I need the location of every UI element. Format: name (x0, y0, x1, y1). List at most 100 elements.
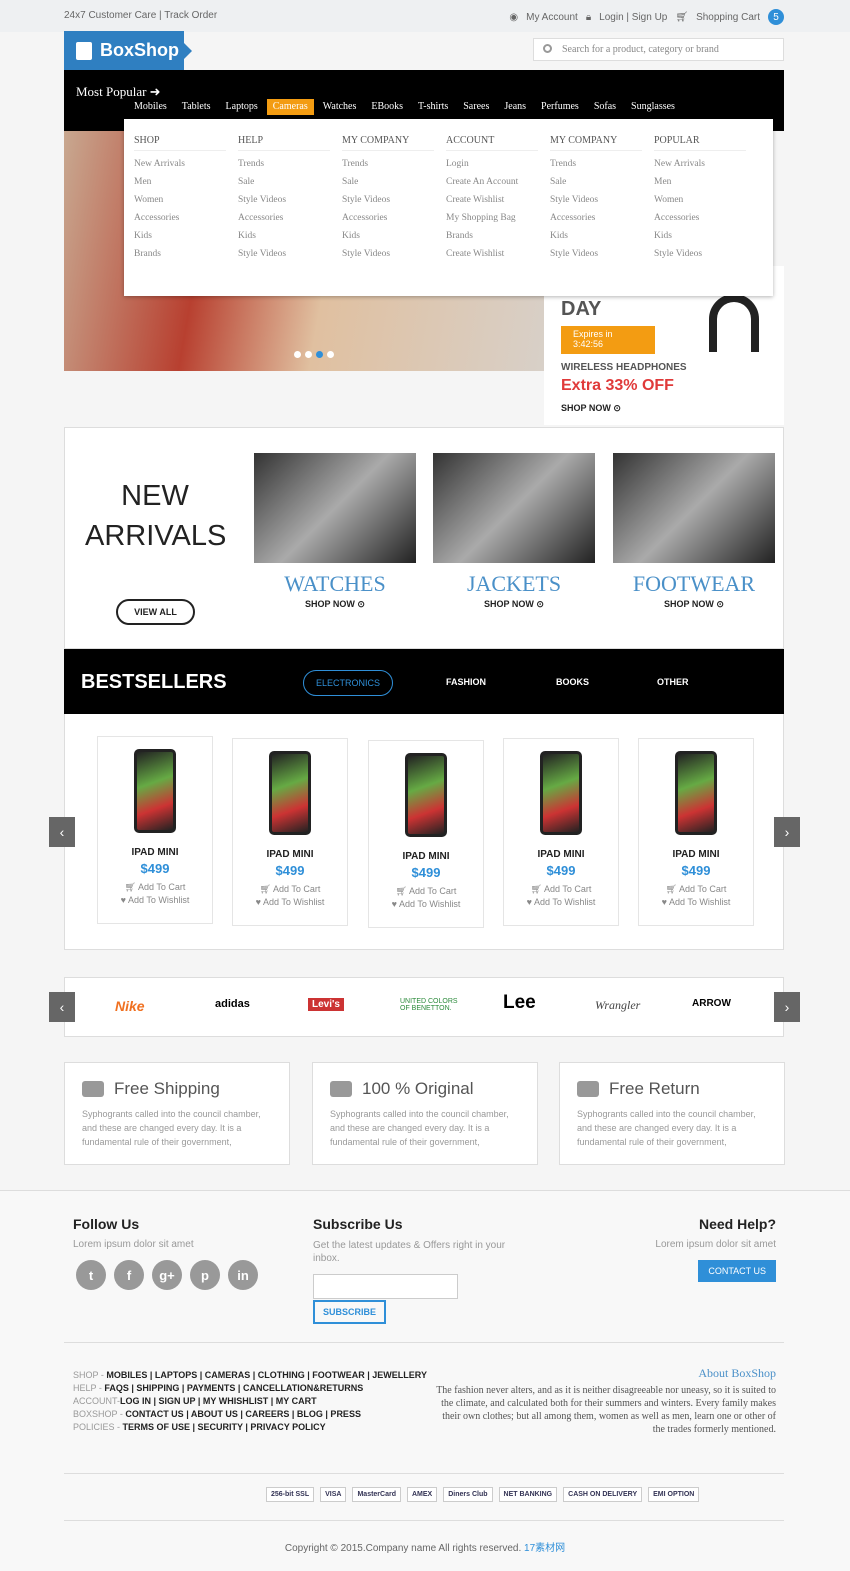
product-image[interactable] (134, 749, 176, 833)
product-name[interactable]: IPAD MINI (369, 851, 483, 862)
category-title[interactable]: WATCHES (254, 571, 416, 597)
nav-item-watches[interactable]: Watches (317, 99, 363, 115)
nav-item-ebooks[interactable]: EBooks (365, 99, 409, 115)
brand-logo[interactable]: Lee (503, 992, 536, 1014)
mega-link[interactable]: Accessories (238, 213, 342, 223)
add-to-cart-link[interactable]: 🛒︎ Add To Cart (639, 884, 753, 895)
mega-link[interactable]: Women (654, 195, 758, 205)
pinterest-icon[interactable]: p (190, 1260, 220, 1290)
product-name[interactable]: IPAD MINI (639, 849, 753, 860)
footer-links[interactable]: TERMS OF USE | SECURITY | PRIVACY POLICY (123, 1422, 326, 1432)
category-title[interactable]: JACKETS (433, 571, 595, 597)
brand-logo[interactable]: UNITED COLORS OF BENETTON. (400, 998, 460, 1012)
mega-link[interactable]: Kids (550, 231, 654, 241)
most-popular-label[interactable]: Most Popular ➜ (76, 84, 161, 100)
mega-link[interactable]: Accessories (134, 213, 238, 223)
my-account-link[interactable]: My Account (526, 12, 578, 23)
shop-now-link[interactable]: SHOP NOW ⊙ (254, 599, 416, 610)
mega-link[interactable]: Kids (134, 231, 238, 241)
mega-link[interactable]: Create Wishlist (446, 195, 550, 205)
slider-dot[interactable] (294, 351, 301, 358)
mega-link[interactable]: Trends (550, 159, 654, 169)
nav-item-sarees[interactable]: Sarees (457, 99, 495, 115)
shop-now-link[interactable]: SHOP NOW ⊙ (613, 599, 775, 610)
brands-next-button[interactable]: › (774, 992, 800, 1022)
brand-logo[interactable]: Nike (115, 998, 145, 1014)
mega-link[interactable]: Style Videos (238, 195, 342, 205)
deal-shop-now-link[interactable]: SHOP NOW ⊙ (561, 403, 621, 414)
login-signup-link[interactable]: Login | Sign Up (599, 12, 667, 23)
mega-link[interactable]: Style Videos (342, 249, 446, 259)
mega-link[interactable]: Sale (238, 177, 342, 187)
nav-item-cameras[interactable]: Cameras (266, 99, 314, 115)
add-to-wishlist-link[interactable]: ♥ Add To Wishlist (504, 897, 618, 907)
slider-dot[interactable] (305, 351, 312, 358)
tab-books[interactable]: BOOKS (556, 677, 589, 687)
footer-links[interactable]: LOG IN | SIGN UP | MY WHISHLIST | MY CAR… (120, 1396, 317, 1406)
nav-item-sofas[interactable]: Sofas (588, 99, 622, 115)
product-image[interactable] (269, 751, 311, 835)
mega-link[interactable]: Kids (342, 231, 446, 241)
copyright-link[interactable]: 17素材网 (524, 1543, 565, 1554)
product-image[interactable] (675, 751, 717, 835)
logo[interactable]: BoxShop (64, 31, 192, 70)
footer-links[interactable]: MOBILES | LAPTOPS | CAMERAS | CLOTHING |… (106, 1370, 427, 1380)
mega-link[interactable]: Kids (238, 231, 342, 241)
mega-link[interactable]: Trends (342, 159, 446, 169)
mega-link[interactable]: Men (654, 177, 758, 187)
mega-link[interactable]: Accessories (342, 213, 446, 223)
add-to-wishlist-link[interactable]: ♥ Add To Wishlist (98, 895, 212, 905)
brand-logo[interactable]: Wrangler (595, 998, 640, 1013)
footer-links[interactable]: FAQS | SHIPPING | PAYMENTS | CANCELLATIO… (104, 1383, 363, 1393)
tab-fashion[interactable]: FASHION (446, 677, 486, 687)
email-input[interactable] (313, 1274, 458, 1299)
nav-item-t-shirts[interactable]: T-shirts (412, 99, 454, 115)
product-image[interactable] (540, 751, 582, 835)
view-all-button[interactable]: VIEW ALL (116, 599, 195, 625)
contact-us-button[interactable]: CONTACT US (698, 1260, 776, 1282)
nav-item-jeans[interactable]: Jeans (498, 99, 532, 115)
mega-link[interactable]: Style Videos (550, 249, 654, 259)
mega-link[interactable]: Accessories (654, 213, 758, 223)
nav-item-tablets[interactable]: Tablets (176, 99, 217, 115)
google-plus-icon[interactable]: g+ (152, 1260, 182, 1290)
nav-item-perfumes[interactable]: Perfumes (535, 99, 585, 115)
twitter-icon[interactable]: t (76, 1260, 106, 1290)
add-to-cart-link[interactable]: 🛒︎ Add To Cart (233, 884, 347, 895)
brand-logo[interactable]: ARROW (692, 998, 731, 1009)
search-input[interactable]: Search for a product, category or brand (533, 38, 784, 61)
mega-link[interactable]: Create An Account (446, 177, 550, 187)
mega-link[interactable]: Women (134, 195, 238, 205)
mega-link[interactable]: Create Wishlist (446, 249, 550, 259)
brands-prev-button[interactable]: ‹ (49, 992, 75, 1022)
product-name[interactable]: IPAD MINI (98, 847, 212, 858)
nav-item-laptops[interactable]: Laptops (220, 99, 264, 115)
product-image[interactable] (405, 753, 447, 837)
facebook-icon[interactable]: f (114, 1260, 144, 1290)
mega-link[interactable]: Style Videos (238, 249, 342, 259)
tab-other[interactable]: OTHER (657, 677, 689, 687)
mega-link[interactable]: New Arrivals (134, 159, 238, 169)
mega-link[interactable]: Men (134, 177, 238, 187)
nav-item-mobiles[interactable]: Mobiles (128, 99, 173, 115)
customer-care-link[interactable]: 24x7 Customer Care | Track Order (64, 10, 217, 21)
brand-logo[interactable]: Levi's (308, 998, 344, 1011)
shopping-cart-link[interactable]: Shopping Cart (696, 12, 760, 23)
add-to-cart-link[interactable]: 🛒︎ Add To Cart (504, 884, 618, 895)
category-title[interactable]: FOOTWEAR (613, 571, 775, 597)
add-to-wishlist-link[interactable]: ♥ Add To Wishlist (233, 897, 347, 907)
mega-link[interactable]: Brands (446, 231, 550, 241)
mega-link[interactable]: Style Videos (654, 249, 758, 259)
mega-link[interactable]: New Arrivals (654, 159, 758, 169)
add-to-wishlist-link[interactable]: ♥ Add To Wishlist (369, 899, 483, 909)
prev-arrow-button[interactable]: ‹ (49, 817, 75, 847)
mega-link[interactable]: Sale (550, 177, 654, 187)
mega-link[interactable]: Kids (654, 231, 758, 241)
nav-item-sunglasses[interactable]: Sunglasses (625, 99, 681, 115)
linkedin-icon[interactable]: in (228, 1260, 258, 1290)
footer-links[interactable]: CONTACT US | ABOUT US | CAREERS | BLOG |… (125, 1409, 361, 1419)
brand-logo[interactable]: adidas (215, 998, 250, 1010)
mega-link[interactable]: Trends (238, 159, 342, 169)
mega-link[interactable]: Sale (342, 177, 446, 187)
mega-link[interactable]: Accessories (550, 213, 654, 223)
